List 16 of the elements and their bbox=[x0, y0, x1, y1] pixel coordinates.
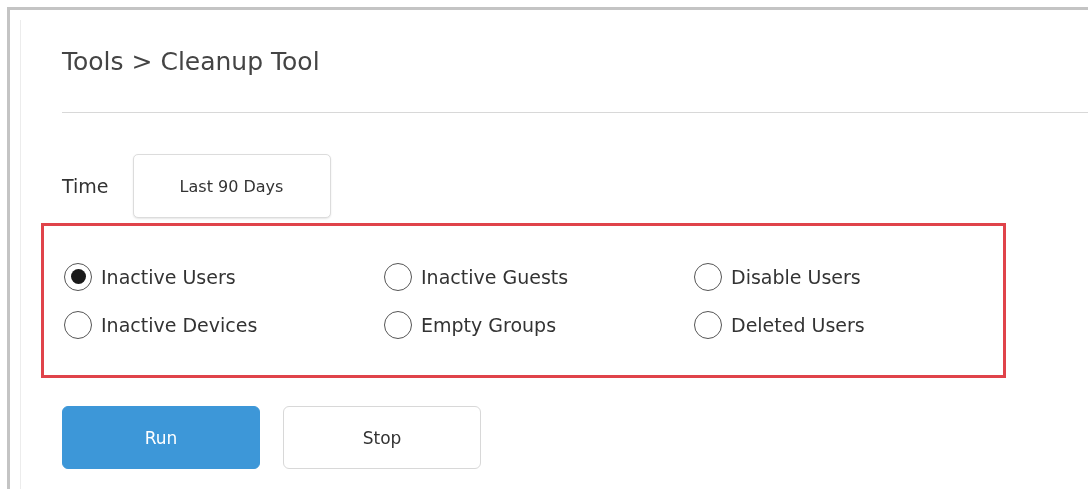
radio-button[interactable] bbox=[694, 262, 722, 291]
option-label: Disable Users bbox=[731, 265, 861, 288]
radio-button[interactable] bbox=[384, 310, 412, 339]
option-label: Inactive Guests bbox=[421, 265, 569, 288]
option-label: Empty Groups bbox=[421, 313, 557, 336]
option-label: Inactive Users bbox=[101, 265, 236, 288]
option-label: Deleted Users bbox=[731, 313, 865, 336]
radio-button[interactable] bbox=[384, 262, 412, 291]
radio-button[interactable] bbox=[64, 310, 92, 339]
radio-button[interactable] bbox=[694, 310, 722, 339]
stop-button[interactable]: Stop bbox=[283, 406, 481, 469]
radio-button[interactable] bbox=[64, 262, 92, 291]
option-label: Inactive Devices bbox=[101, 313, 258, 336]
breadcrumb: Tools > Cleanup Tool bbox=[61, 46, 321, 78]
time-label: Time bbox=[62, 175, 109, 197]
time-range-button[interactable]: Last 90 Days bbox=[132, 154, 331, 218]
